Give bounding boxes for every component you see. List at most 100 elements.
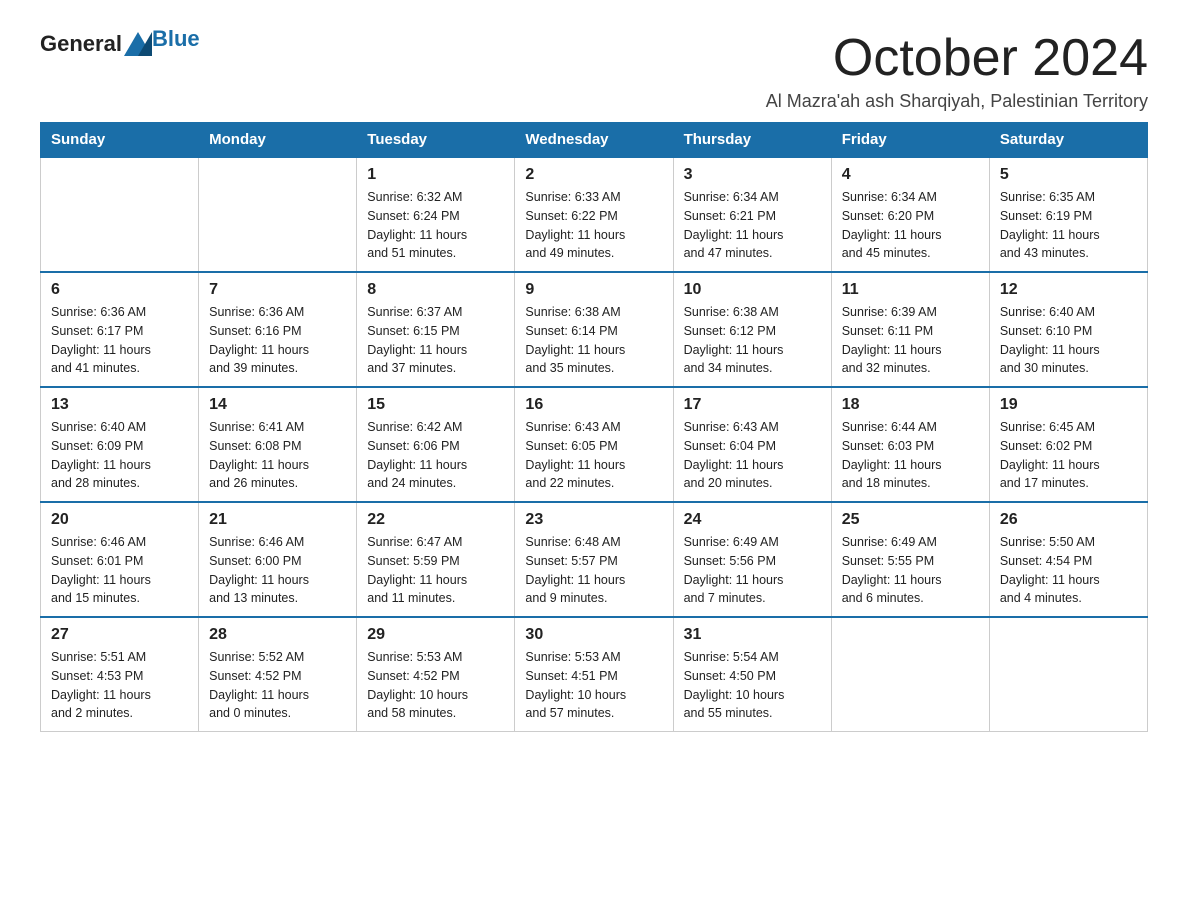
header-cell-wednesday: Wednesday (515, 123, 673, 158)
day-info: Sunrise: 6:43 AM Sunset: 6:04 PM Dayligh… (684, 418, 821, 493)
calendar-cell: 20 Sunrise: 6:46 AM Sunset: 6:01 PM Dayli… (41, 502, 199, 617)
calendar-cell: 10Sunrise: 6:38 AM Sunset: 6:12 PM Dayli… (673, 272, 831, 387)
header-cell-friday: Friday (831, 123, 989, 158)
day-number: 21 (209, 511, 346, 529)
day-info: Sunrise: 6:47 AM Sunset: 5:59 PM Dayligh… (367, 533, 504, 608)
day-info: Sunrise: 6:34 AM Sunset: 6:21 PM Dayligh… (684, 188, 821, 263)
calendar-cell: 4 Sunrise: 6:34 AM Sunset: 6:20 PM Daylig… (831, 157, 989, 272)
day-info: Sunrise: 6:37 AM Sunset: 6:15 PM Dayligh… (367, 303, 504, 378)
logo-blue: Blue (152, 26, 200, 52)
day-info: Sunrise: 5:54 AM Sunset: 4:50 PM Dayligh… (684, 648, 821, 723)
calendar-cell: 26 Sunrise: 5:50 AM Sunset: 4:54 PM Dayli… (989, 502, 1147, 617)
day-number: 13 (51, 396, 188, 414)
day-info: Sunrise: 5:52 AM Sunset: 4:52 PM Dayligh… (209, 648, 346, 723)
calendar-cell: 13Sunrise: 6:40 AM Sunset: 6:09 PM Dayli… (41, 387, 199, 502)
day-info: Sunrise: 5:51 AM Sunset: 4:53 PM Dayligh… (51, 648, 188, 723)
calendar-cell: 27 Sunrise: 5:51 AM Sunset: 4:53 PM Dayli… (41, 617, 199, 732)
day-info: Sunrise: 6:46 AM Sunset: 6:00 PM Dayligh… (209, 533, 346, 608)
calendar-cell: 18 Sunrise: 6:44 AM Sunset: 6:03 PM Dayli… (831, 387, 989, 502)
calendar-cell: 22 Sunrise: 6:47 AM Sunset: 5:59 PM Dayli… (357, 502, 515, 617)
calendar-week-1: 6Sunrise: 6:36 AM Sunset: 6:17 PM Daylig… (41, 272, 1148, 387)
day-number: 5 (1000, 166, 1137, 184)
logo-icon (124, 28, 152, 56)
day-info: Sunrise: 6:49 AM Sunset: 5:56 PM Dayligh… (684, 533, 821, 608)
day-number: 15 (367, 396, 504, 414)
calendar-cell: 19 Sunrise: 6:45 AM Sunset: 6:02 PM Dayli… (989, 387, 1147, 502)
subtitle: Al Mazra'ah ash Sharqiyah, Palestinian T… (766, 91, 1148, 112)
day-number: 27 (51, 626, 188, 644)
calendar-cell: 17 Sunrise: 6:43 AM Sunset: 6:04 PM Dayli… (673, 387, 831, 502)
header-cell-sunday: Sunday (41, 123, 199, 158)
day-number: 10 (684, 281, 821, 299)
calendar-cell (41, 157, 199, 272)
calendar-cell: 12 Sunrise: 6:40 AM Sunset: 6:10 PM Dayli… (989, 272, 1147, 387)
calendar-cell: 1 Sunrise: 6:32 AM Sunset: 6:24 PM Daylig… (357, 157, 515, 272)
day-info: Sunrise: 6:46 AM Sunset: 6:01 PM Dayligh… (51, 533, 188, 608)
calendar-week-2: 13Sunrise: 6:40 AM Sunset: 6:09 PM Dayli… (41, 387, 1148, 502)
header-cell-tuesday: Tuesday (357, 123, 515, 158)
day-number: 28 (209, 626, 346, 644)
day-info: Sunrise: 6:32 AM Sunset: 6:24 PM Dayligh… (367, 188, 504, 263)
day-number: 9 (525, 281, 662, 299)
day-number: 17 (684, 396, 821, 414)
calendar-cell: 30Sunrise: 5:53 AM Sunset: 4:51 PM Dayli… (515, 617, 673, 732)
day-info: Sunrise: 6:36 AM Sunset: 6:16 PM Dayligh… (209, 303, 346, 378)
calendar-header: SundayMondayTuesdayWednesdayThursdayFrid… (41, 123, 1148, 158)
calendar-cell: 14Sunrise: 6:41 AM Sunset: 6:08 PM Dayli… (199, 387, 357, 502)
calendar-body: 1 Sunrise: 6:32 AM Sunset: 6:24 PM Daylig… (41, 157, 1148, 732)
day-info: Sunrise: 5:53 AM Sunset: 4:52 PM Dayligh… (367, 648, 504, 723)
calendar-cell: 7 Sunrise: 6:36 AM Sunset: 6:16 PM Daylig… (199, 272, 357, 387)
title-area: October 2024 Al Mazra'ah ash Sharqiyah, … (766, 30, 1148, 112)
day-number: 4 (842, 166, 979, 184)
day-number: 31 (684, 626, 821, 644)
calendar-week-4: 27 Sunrise: 5:51 AM Sunset: 4:53 PM Dayli… (41, 617, 1148, 732)
day-number: 19 (1000, 396, 1137, 414)
day-info: Sunrise: 5:50 AM Sunset: 4:54 PM Dayligh… (1000, 533, 1137, 608)
day-number: 22 (367, 511, 504, 529)
day-number: 26 (1000, 511, 1137, 529)
calendar-cell: 29 Sunrise: 5:53 AM Sunset: 4:52 PM Dayli… (357, 617, 515, 732)
calendar-cell: 6Sunrise: 6:36 AM Sunset: 6:17 PM Daylig… (41, 272, 199, 387)
logo: General Blue (40, 30, 200, 58)
header-cell-monday: Monday (199, 123, 357, 158)
calendar-cell: 23Sunrise: 6:48 AM Sunset: 5:57 PM Dayli… (515, 502, 673, 617)
day-number: 18 (842, 396, 979, 414)
day-number: 8 (367, 281, 504, 299)
day-info: Sunrise: 6:44 AM Sunset: 6:03 PM Dayligh… (842, 418, 979, 493)
day-number: 12 (1000, 281, 1137, 299)
day-number: 6 (51, 281, 188, 299)
day-info: Sunrise: 6:49 AM Sunset: 5:55 PM Dayligh… (842, 533, 979, 608)
calendar-cell: 9Sunrise: 6:38 AM Sunset: 6:14 PM Daylig… (515, 272, 673, 387)
day-number: 20 (51, 511, 188, 529)
day-info: Sunrise: 6:39 AM Sunset: 6:11 PM Dayligh… (842, 303, 979, 378)
day-number: 7 (209, 281, 346, 299)
day-info: Sunrise: 6:45 AM Sunset: 6:02 PM Dayligh… (1000, 418, 1137, 493)
calendar-cell: 2Sunrise: 6:33 AM Sunset: 6:22 PM Daylig… (515, 157, 673, 272)
calendar-cell: 24Sunrise: 6:49 AM Sunset: 5:56 PM Dayli… (673, 502, 831, 617)
calendar-cell (831, 617, 989, 732)
day-info: Sunrise: 6:40 AM Sunset: 6:10 PM Dayligh… (1000, 303, 1137, 378)
day-number: 1 (367, 166, 504, 184)
calendar-cell: 15 Sunrise: 6:42 AM Sunset: 6:06 PM Dayli… (357, 387, 515, 502)
day-number: 25 (842, 511, 979, 529)
calendar-cell: 3 Sunrise: 6:34 AM Sunset: 6:21 PM Daylig… (673, 157, 831, 272)
calendar-cell: 11Sunrise: 6:39 AM Sunset: 6:11 PM Dayli… (831, 272, 989, 387)
calendar-week-0: 1 Sunrise: 6:32 AM Sunset: 6:24 PM Daylig… (41, 157, 1148, 272)
calendar-cell: 8 Sunrise: 6:37 AM Sunset: 6:15 PM Daylig… (357, 272, 515, 387)
calendar-cell (199, 157, 357, 272)
day-info: Sunrise: 6:34 AM Sunset: 6:20 PM Dayligh… (842, 188, 979, 263)
day-info: Sunrise: 6:33 AM Sunset: 6:22 PM Dayligh… (525, 188, 662, 263)
day-info: Sunrise: 5:53 AM Sunset: 4:51 PM Dayligh… (525, 648, 662, 723)
day-info: Sunrise: 6:42 AM Sunset: 6:06 PM Dayligh… (367, 418, 504, 493)
day-number: 29 (367, 626, 504, 644)
day-number: 14 (209, 396, 346, 414)
calendar-cell: 28 Sunrise: 5:52 AM Sunset: 4:52 PM Dayli… (199, 617, 357, 732)
calendar-cell: 21 Sunrise: 6:46 AM Sunset: 6:00 PM Dayli… (199, 502, 357, 617)
day-info: Sunrise: 6:35 AM Sunset: 6:19 PM Dayligh… (1000, 188, 1137, 263)
day-info: Sunrise: 6:43 AM Sunset: 6:05 PM Dayligh… (525, 418, 662, 493)
calendar-table: SundayMondayTuesdayWednesdayThursdayFrid… (40, 122, 1148, 732)
header-row: SundayMondayTuesdayWednesdayThursdayFrid… (41, 123, 1148, 158)
day-number: 3 (684, 166, 821, 184)
calendar-cell: 25 Sunrise: 6:49 AM Sunset: 5:55 PM Dayli… (831, 502, 989, 617)
calendar-cell (989, 617, 1147, 732)
